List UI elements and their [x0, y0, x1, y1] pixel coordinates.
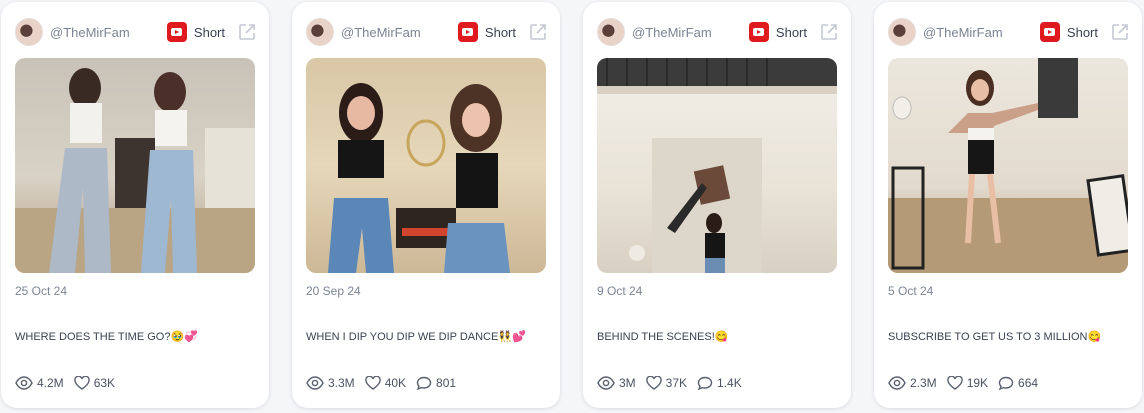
eye-icon	[888, 376, 906, 390]
publish-date: 5 Oct 24	[888, 284, 934, 298]
comments-count: 801	[436, 376, 457, 390]
eye-icon	[306, 376, 324, 390]
heart-icon	[73, 376, 90, 390]
views-stat: 3.3M	[306, 376, 355, 390]
short-badge: Short	[1066, 24, 1098, 40]
comment-icon	[697, 376, 713, 390]
publish-date: 25 Oct 24	[15, 284, 68, 298]
card-header: @TheMirFam Short	[15, 18, 257, 46]
video-thumbnail[interactable]	[15, 58, 255, 273]
video-caption: BEHIND THE SCENES!😋	[597, 331, 729, 343]
thumbnail-image	[888, 58, 1128, 273]
stats-row: 2.3M 19K 664	[888, 376, 1048, 390]
channel-handle[interactable]: @TheMirFam	[50, 25, 167, 40]
video-thumbnail[interactable]	[888, 58, 1128, 273]
eye-icon	[15, 376, 33, 390]
video-thumbnail[interactable]	[306, 58, 546, 273]
avatar	[15, 18, 43, 46]
short-badge: Short	[484, 24, 516, 40]
publish-date: 9 Oct 24	[597, 284, 643, 298]
card-header: @TheMirFam Short	[888, 18, 1130, 46]
views-count: 2.3M	[910, 376, 937, 390]
publish-date: 20 Sep 24	[306, 284, 361, 298]
short-badge: Short	[193, 24, 225, 40]
heart-icon	[946, 376, 963, 390]
stats-row: 3.3M 40K 801	[306, 376, 466, 390]
youtube-icon	[457, 22, 478, 42]
thumbnail-image	[15, 68, 255, 273]
eye-icon	[597, 376, 615, 390]
video-card[interactable]: @TheMirFam Short 20 Sep 24 WHEN I DIP YO…	[292, 2, 560, 408]
youtube-icon	[166, 22, 187, 42]
video-card[interactable]: @TheMirFam Short 25 Oct 24 WHERE DOES TH…	[1, 2, 269, 408]
stats-row: 4.2M 63K	[15, 376, 125, 390]
thumbnail-image	[328, 83, 510, 273]
likes-stat: 63K	[73, 376, 116, 390]
views-stat: 3M	[597, 376, 636, 390]
comments-count: 664	[1018, 376, 1039, 390]
external-link-icon[interactable]	[237, 22, 257, 42]
video-caption: WHEN I DIP YOU DIP WE DIP DANCE👯💕	[306, 331, 526, 343]
video-thumbnail[interactable]	[597, 58, 837, 273]
shorts-card-row: @TheMirFam Short 25 Oct 24 WHERE DOES TH…	[0, 0, 1144, 413]
video-caption: SUBSCRIBE TO GET US TO 3 MILLION😋	[888, 331, 1102, 343]
comments-stat: 1.4K	[697, 376, 742, 390]
likes-count: 40K	[384, 376, 407, 390]
video-caption: WHERE DOES THE TIME GO?🥹💞	[15, 331, 198, 343]
views-stat: 2.3M	[888, 376, 937, 390]
comments-count: 1.4K	[717, 376, 742, 390]
video-card[interactable]: @TheMirFam Short 9 Oct 24 BEHIND THE SCE…	[583, 2, 851, 408]
thumbnail-image	[597, 58, 837, 273]
stats-row: 3M 37K 1.4K	[597, 376, 752, 390]
avatar	[597, 18, 625, 46]
avatar	[306, 18, 334, 46]
views-count: 3.3M	[328, 376, 355, 390]
channel-handle[interactable]: @TheMirFam	[632, 25, 749, 40]
external-link-icon[interactable]	[1110, 22, 1130, 42]
likes-stat: 19K	[946, 376, 989, 390]
external-link-icon[interactable]	[528, 22, 548, 42]
likes-count: 37K	[665, 376, 688, 390]
comment-icon	[416, 376, 432, 390]
views-count: 4.2M	[37, 376, 64, 390]
likes-stat: 40K	[364, 376, 407, 390]
views-count: 3M	[619, 376, 636, 390]
external-link-icon[interactable]	[819, 22, 839, 42]
comments-stat: 801	[416, 376, 456, 390]
video-card[interactable]: @TheMirFam Short 5 Oct 24 SUBSCRIBE TO G…	[874, 2, 1142, 408]
heart-icon	[364, 376, 381, 390]
short-badge: Short	[775, 24, 807, 40]
likes-count: 63K	[93, 376, 116, 390]
likes-count: 19K	[966, 376, 989, 390]
card-header: @TheMirFam Short	[597, 18, 839, 46]
avatar	[888, 18, 916, 46]
channel-handle[interactable]: @TheMirFam	[923, 25, 1040, 40]
views-stat: 4.2M	[15, 376, 64, 390]
comments-stat: 664	[998, 376, 1038, 390]
heart-icon	[645, 376, 662, 390]
card-header: @TheMirFam Short	[306, 18, 548, 46]
comment-icon	[998, 376, 1014, 390]
channel-handle[interactable]: @TheMirFam	[341, 25, 458, 40]
youtube-icon	[748, 22, 769, 42]
youtube-icon	[1039, 22, 1060, 42]
likes-stat: 37K	[645, 376, 688, 390]
